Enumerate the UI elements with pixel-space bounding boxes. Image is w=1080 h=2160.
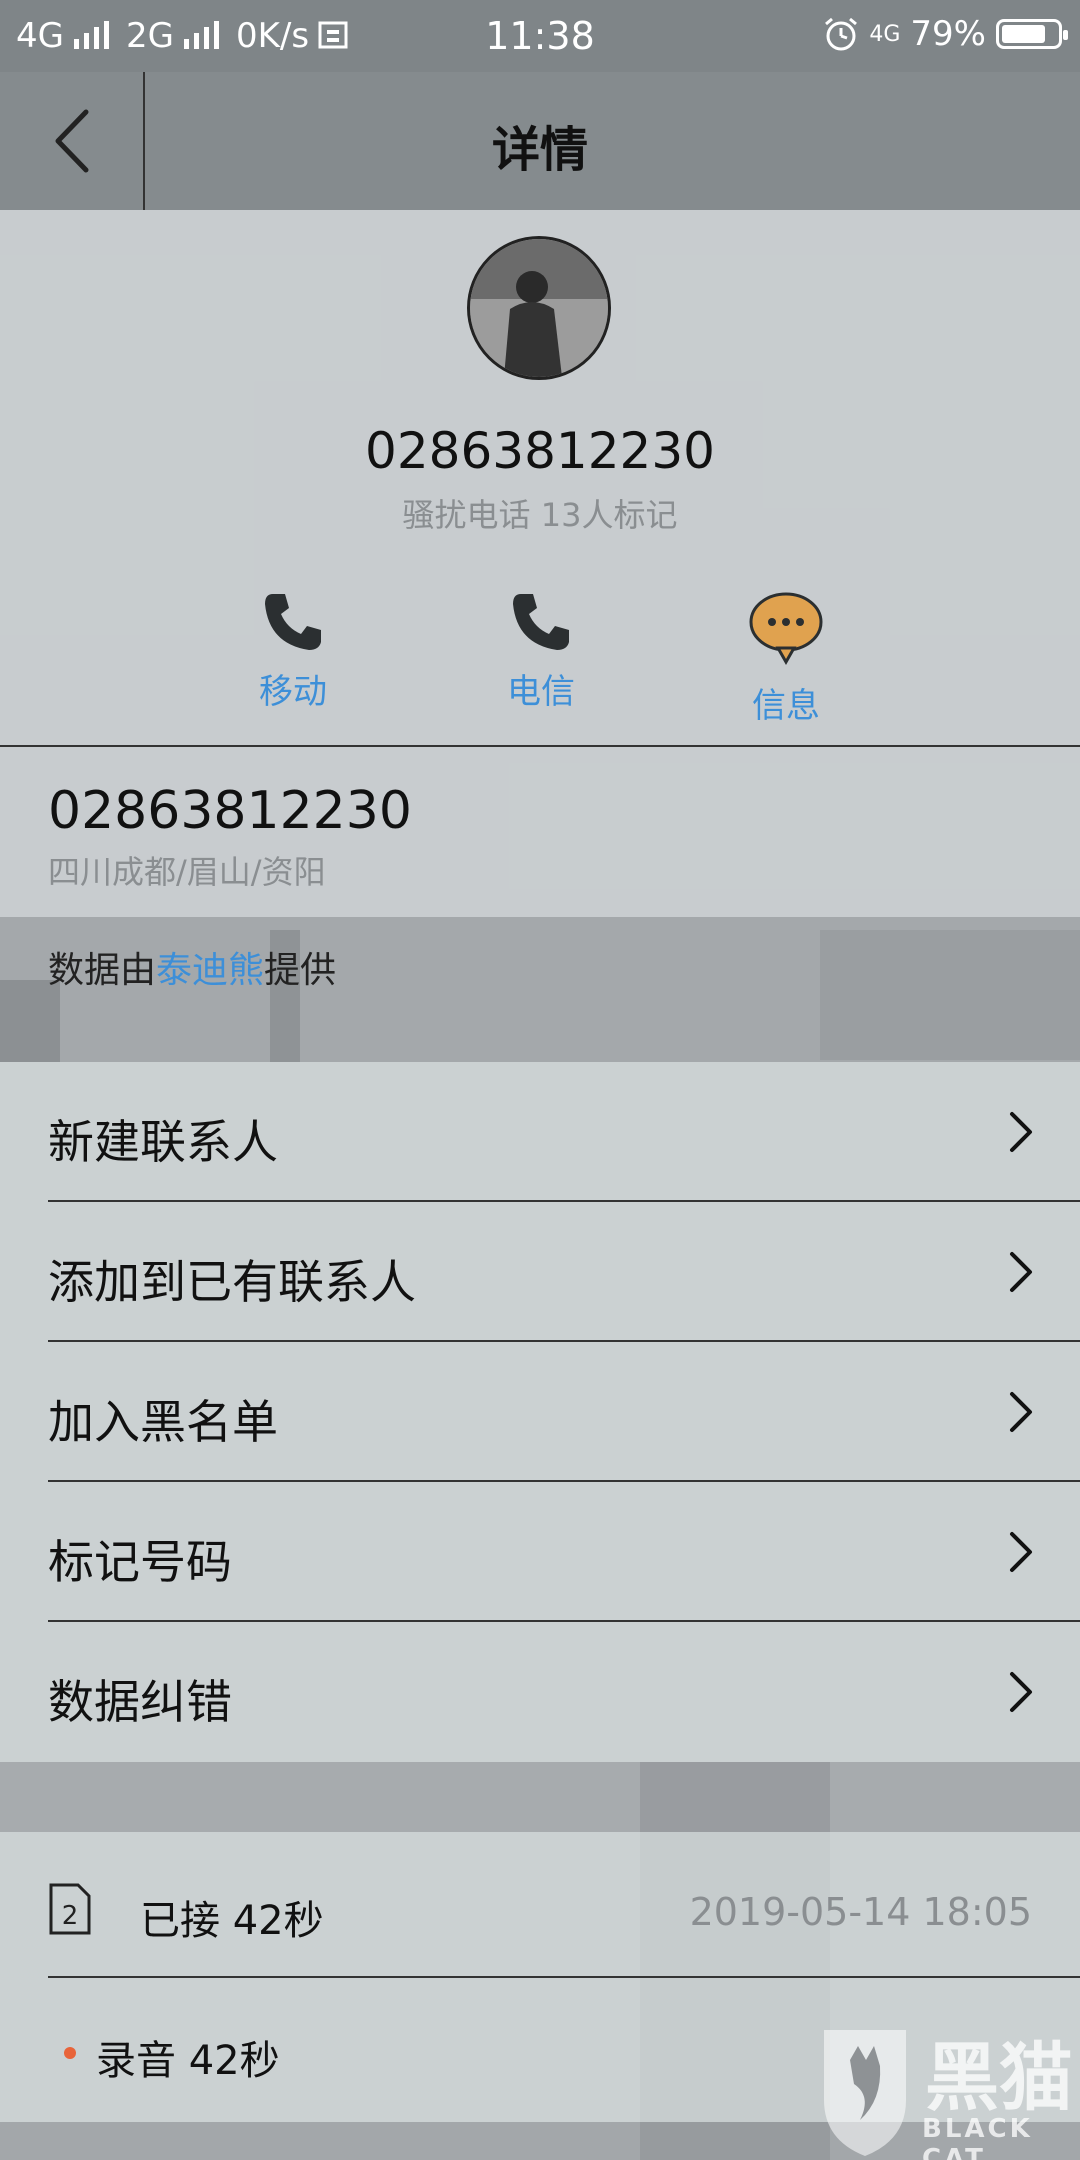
chevron-right-icon bbox=[1010, 1392, 1032, 1432]
menu-item-label: 新建联系人 bbox=[48, 1115, 278, 1169]
spam-tag: 骚扰电话 13人标记 bbox=[402, 496, 678, 534]
data-provider-strip: 数据由泰迪熊提供 bbox=[0, 917, 1080, 1062]
call-telecom-button[interactable]: 电信 bbox=[461, 590, 621, 713]
sim-card-icon: 2 bbox=[49, 1883, 91, 1935]
call-mobile-label: 移动 bbox=[259, 672, 327, 712]
battery-fill bbox=[1002, 25, 1045, 43]
network-label-3: 4G bbox=[869, 21, 901, 47]
message-label: 信息 bbox=[752, 686, 820, 726]
menu-item-mark-number[interactable]: 标记号码 bbox=[0, 1482, 1080, 1622]
call-status: 已接 42秒 bbox=[140, 1898, 324, 1944]
chevron-right-icon bbox=[1010, 1252, 1032, 1292]
menu-item-new-contact[interactable]: 新建联系人 bbox=[0, 1062, 1080, 1202]
status-right: 4G 79% bbox=[823, 14, 1068, 54]
provider-link[interactable]: 泰迪熊 bbox=[156, 950, 264, 991]
call-mobile-button[interactable]: 移动 bbox=[213, 590, 373, 713]
page-title: 详情 bbox=[491, 122, 588, 178]
sim-number: 2 bbox=[62, 1901, 79, 1931]
recording-item[interactable]: 录音 42秒 bbox=[96, 2028, 280, 2086]
profile-panel: 02863812230 骚扰电话 13人标记 移动 电信 信息 bbox=[0, 210, 1080, 745]
chevron-right-icon bbox=[1010, 1532, 1032, 1572]
menu-item-label: 加入黑名单 bbox=[48, 1395, 278, 1449]
message-bubble-icon bbox=[749, 592, 823, 666]
phone-number: 02863812230 bbox=[48, 781, 412, 841]
watermark-logo: 黑猫 BLACK CAT bbox=[810, 2010, 1080, 2160]
header: 详情 bbox=[0, 72, 1080, 210]
avatar-person-icon bbox=[470, 239, 608, 377]
menu-item-data-correction[interactable]: 数据纠错 bbox=[0, 1622, 1080, 1762]
divider bbox=[0, 745, 1080, 747]
number-location: 四川成都/眉山/资阳 bbox=[48, 853, 326, 891]
menu-item-add-existing[interactable]: 添加到已有联系人 bbox=[0, 1202, 1080, 1342]
number-info: 02863812230 四川成都/眉山/资阳 bbox=[0, 747, 1080, 917]
caller-number: 02863812230 bbox=[365, 422, 715, 480]
alarm-icon bbox=[825, 17, 858, 51]
recording-dot bbox=[64, 2047, 76, 2059]
phone-icon bbox=[265, 594, 321, 650]
avatar bbox=[467, 236, 611, 380]
call-timestamp: 2019-05-14 18:05 bbox=[689, 1890, 1032, 1934]
menu-item-label: 标记号码 bbox=[48, 1535, 232, 1589]
battery-percent: 79% bbox=[910, 14, 986, 54]
battery-icon bbox=[996, 19, 1068, 49]
call-telecom-label: 电信 bbox=[507, 672, 575, 712]
status-bar: 4G 2G 0K/s 11:38 4G 79% bbox=[0, 0, 1080, 72]
divider bbox=[48, 1976, 1080, 1978]
message-button[interactable]: 信息 bbox=[706, 590, 866, 727]
chevron-right-icon bbox=[1010, 1112, 1032, 1152]
cat-logo-icon bbox=[824, 2030, 906, 2156]
menu-item-blacklist[interactable]: 加入黑名单 bbox=[0, 1342, 1080, 1482]
provider-suffix: 提供 bbox=[264, 950, 337, 991]
chevron-right-icon bbox=[1010, 1672, 1032, 1712]
watermark-text: 黑猫 bbox=[925, 2035, 1073, 2121]
provider-text: 数据由泰迪熊提供 bbox=[48, 941, 336, 993]
phone-icon bbox=[513, 594, 569, 650]
menu-item-label: 添加到已有联系人 bbox=[48, 1255, 416, 1309]
watermark-subtext: BLACK CAT bbox=[922, 2114, 1033, 2160]
provider-prefix: 数据由 bbox=[48, 950, 157, 991]
action-menu: 新建联系人 添加到已有联系人 加入黑名单 标记号码 数据纠错 bbox=[0, 1062, 1080, 1762]
menu-item-label: 数据纠错 bbox=[48, 1675, 232, 1729]
